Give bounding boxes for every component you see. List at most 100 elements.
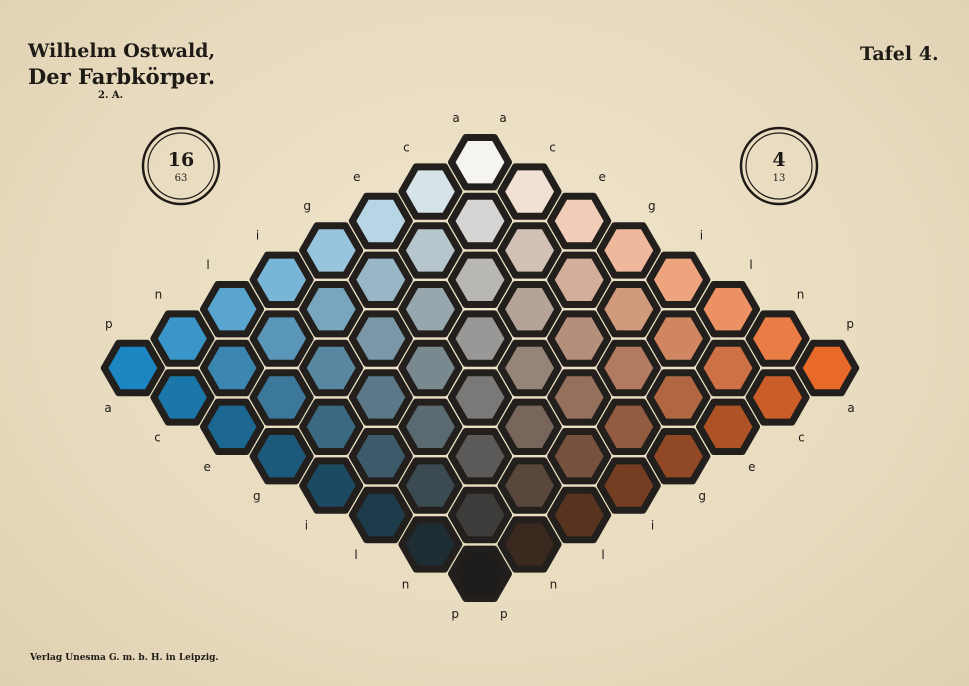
color-hexagon xyxy=(348,310,413,367)
color-hexagon xyxy=(448,134,512,191)
color-hexagon xyxy=(547,251,612,308)
scale-letter: c xyxy=(403,140,410,154)
hexagon-grid xyxy=(100,134,860,602)
color-hexagon xyxy=(696,339,760,397)
color-hexagon xyxy=(398,398,463,455)
scale-letter: l xyxy=(601,548,604,562)
badge-left-bottom-number: 63 xyxy=(175,173,188,184)
color-hexagon xyxy=(497,398,562,455)
badge-right-bottom-number: 13 xyxy=(773,173,786,184)
scale-letter: l xyxy=(206,258,209,272)
color-hexagon xyxy=(696,398,760,455)
color-hexagon xyxy=(348,251,413,308)
color-hexagon xyxy=(596,222,661,279)
color-hexagon xyxy=(448,251,512,308)
scale-letter: p xyxy=(451,607,459,621)
scale-letter: p xyxy=(105,317,113,331)
color-hexagon xyxy=(200,281,264,338)
color-hexagon xyxy=(596,281,661,338)
color-hexagon xyxy=(547,310,612,367)
scale-letter: g xyxy=(303,199,311,213)
color-hexagon xyxy=(745,369,810,426)
scale-letter: n xyxy=(797,287,805,301)
color-hexagon xyxy=(696,281,760,338)
scale-letter: l xyxy=(749,258,752,272)
color-hexagon xyxy=(547,428,612,485)
scale-letter: g xyxy=(698,489,706,503)
color-hexagon xyxy=(150,310,215,367)
color-hexagon xyxy=(299,222,364,279)
scale-letter: a xyxy=(847,401,854,415)
color-hexagon xyxy=(596,457,661,514)
color-hexagon xyxy=(299,457,364,514)
color-hexagon xyxy=(398,163,463,220)
scale-letter: e xyxy=(353,170,360,184)
color-hexagon xyxy=(745,310,810,367)
color-hexagon xyxy=(348,486,413,544)
color-hexagon xyxy=(497,457,562,514)
color-hexagon xyxy=(646,251,711,308)
color-hexagon xyxy=(299,398,364,455)
color-hexagon xyxy=(448,310,512,367)
color-hexagon xyxy=(448,192,512,250)
scale-letter: a xyxy=(104,401,111,415)
scale-letter: c xyxy=(154,430,161,444)
color-hexagon xyxy=(249,310,314,367)
scale-letter: g xyxy=(648,199,656,213)
scale-letter: c xyxy=(549,140,556,154)
color-hexagon xyxy=(646,369,711,426)
scale-letter: n xyxy=(155,287,163,301)
scale-letter: i xyxy=(305,519,308,533)
color-hexagon xyxy=(448,428,512,485)
color-hexagon xyxy=(398,516,463,573)
color-hexagon xyxy=(497,222,562,279)
color-hexagon xyxy=(299,339,364,397)
color-hexagon xyxy=(448,545,512,602)
badge-right-top-number: 4 xyxy=(772,149,785,171)
badge-left: 16 63 xyxy=(141,126,221,206)
scale-letter: e xyxy=(599,170,606,184)
color-hexagon xyxy=(547,369,612,426)
color-hexagon xyxy=(596,339,661,397)
scale-letter: p xyxy=(500,607,508,621)
color-hexagon xyxy=(249,428,314,485)
color-hexagon xyxy=(348,428,413,485)
color-hexagon xyxy=(348,369,413,426)
color-hexagon xyxy=(200,398,264,455)
scale-letter: a xyxy=(452,111,459,125)
scale-letter: i xyxy=(256,229,259,243)
color-hexagon xyxy=(448,486,512,544)
scale-letter: g xyxy=(253,489,261,503)
color-hexagon xyxy=(200,339,264,397)
color-hexagon xyxy=(100,339,165,397)
color-hexagon xyxy=(398,222,463,279)
scale-letter: c xyxy=(798,430,805,444)
scale-letter: i xyxy=(651,519,654,533)
color-solid-diagram: 16 63 4 13 a a a a c c c c e e e e g g g g i i i i l l l l n n n n p… xyxy=(100,111,860,621)
color-hexagon xyxy=(398,457,463,514)
color-hexagon xyxy=(646,310,711,367)
color-hexagon xyxy=(448,369,512,426)
color-hexagon xyxy=(348,192,413,250)
color-hexagon xyxy=(497,281,562,338)
color-hexagon xyxy=(795,339,860,397)
scale-letter: e xyxy=(204,460,211,474)
color-hexagon xyxy=(497,163,562,220)
scale-letter: l xyxy=(354,548,357,562)
scale-letter: n xyxy=(402,577,410,591)
scale-letter: e xyxy=(748,460,755,474)
color-hexagon xyxy=(299,281,364,338)
color-hexagon xyxy=(398,339,463,397)
color-hexagon xyxy=(596,398,661,455)
color-hexagon xyxy=(150,369,215,426)
scale-letter: a xyxy=(499,111,506,125)
scale-letter: i xyxy=(700,229,703,243)
color-hexagon xyxy=(497,339,562,397)
color-hexagon xyxy=(547,486,612,544)
scale-letter: p xyxy=(846,317,854,331)
badge-left-top-number: 16 xyxy=(168,149,194,171)
color-hexagon xyxy=(547,192,612,250)
color-hexagon xyxy=(646,428,711,485)
color-hexagon xyxy=(398,281,463,338)
badge-right: 4 13 xyxy=(739,126,819,206)
